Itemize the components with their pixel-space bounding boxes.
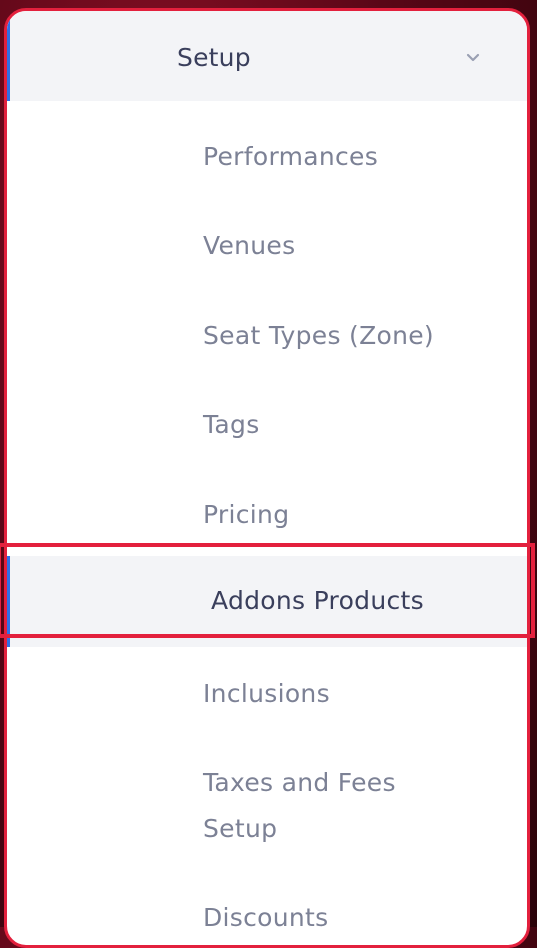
setup-menu-label: Setup <box>177 43 251 72</box>
menu-item-inclusions[interactable]: Inclusions <box>7 671 527 717</box>
menu-item-performances[interactable]: Performances <box>7 134 527 180</box>
menu-item-label: Inclusions <box>203 679 330 708</box>
sidebar-menu-panel: Setup Performances Venues Seat Types (Zo… <box>4 8 530 948</box>
menu-item-label: Performances <box>203 142 379 171</box>
menu-item-taxes-and-fees-setup[interactable]: Taxes and Fees Setup <box>7 760 527 852</box>
menu-item-label: Venues <box>203 231 296 260</box>
menu-item-tags[interactable]: Tags <box>7 402 527 448</box>
menu-item-label: Taxes and Fees Setup <box>203 768 396 843</box>
chevron-down-icon <box>466 53 480 62</box>
setup-menu-toggle[interactable]: Setup <box>7 11 527 101</box>
menu-item-venues[interactable]: Venues <box>7 223 527 269</box>
menu-item-label: Tags <box>203 410 260 439</box>
menu-item-pricing[interactable]: Pricing <box>7 492 527 538</box>
menu-item-addons-products[interactable]: Addons Products <box>7 556 527 647</box>
menu-item-discounts[interactable]: Discounts <box>7 895 527 941</box>
menu-item-label: Discounts <box>203 903 329 932</box>
menu-item-seat-types[interactable]: Seat Types (Zone) <box>7 313 527 359</box>
menu-item-label: Addons Products <box>211 586 424 615</box>
menu-item-label: Pricing <box>203 500 290 529</box>
menu-item-label: Seat Types (Zone) <box>203 321 434 350</box>
